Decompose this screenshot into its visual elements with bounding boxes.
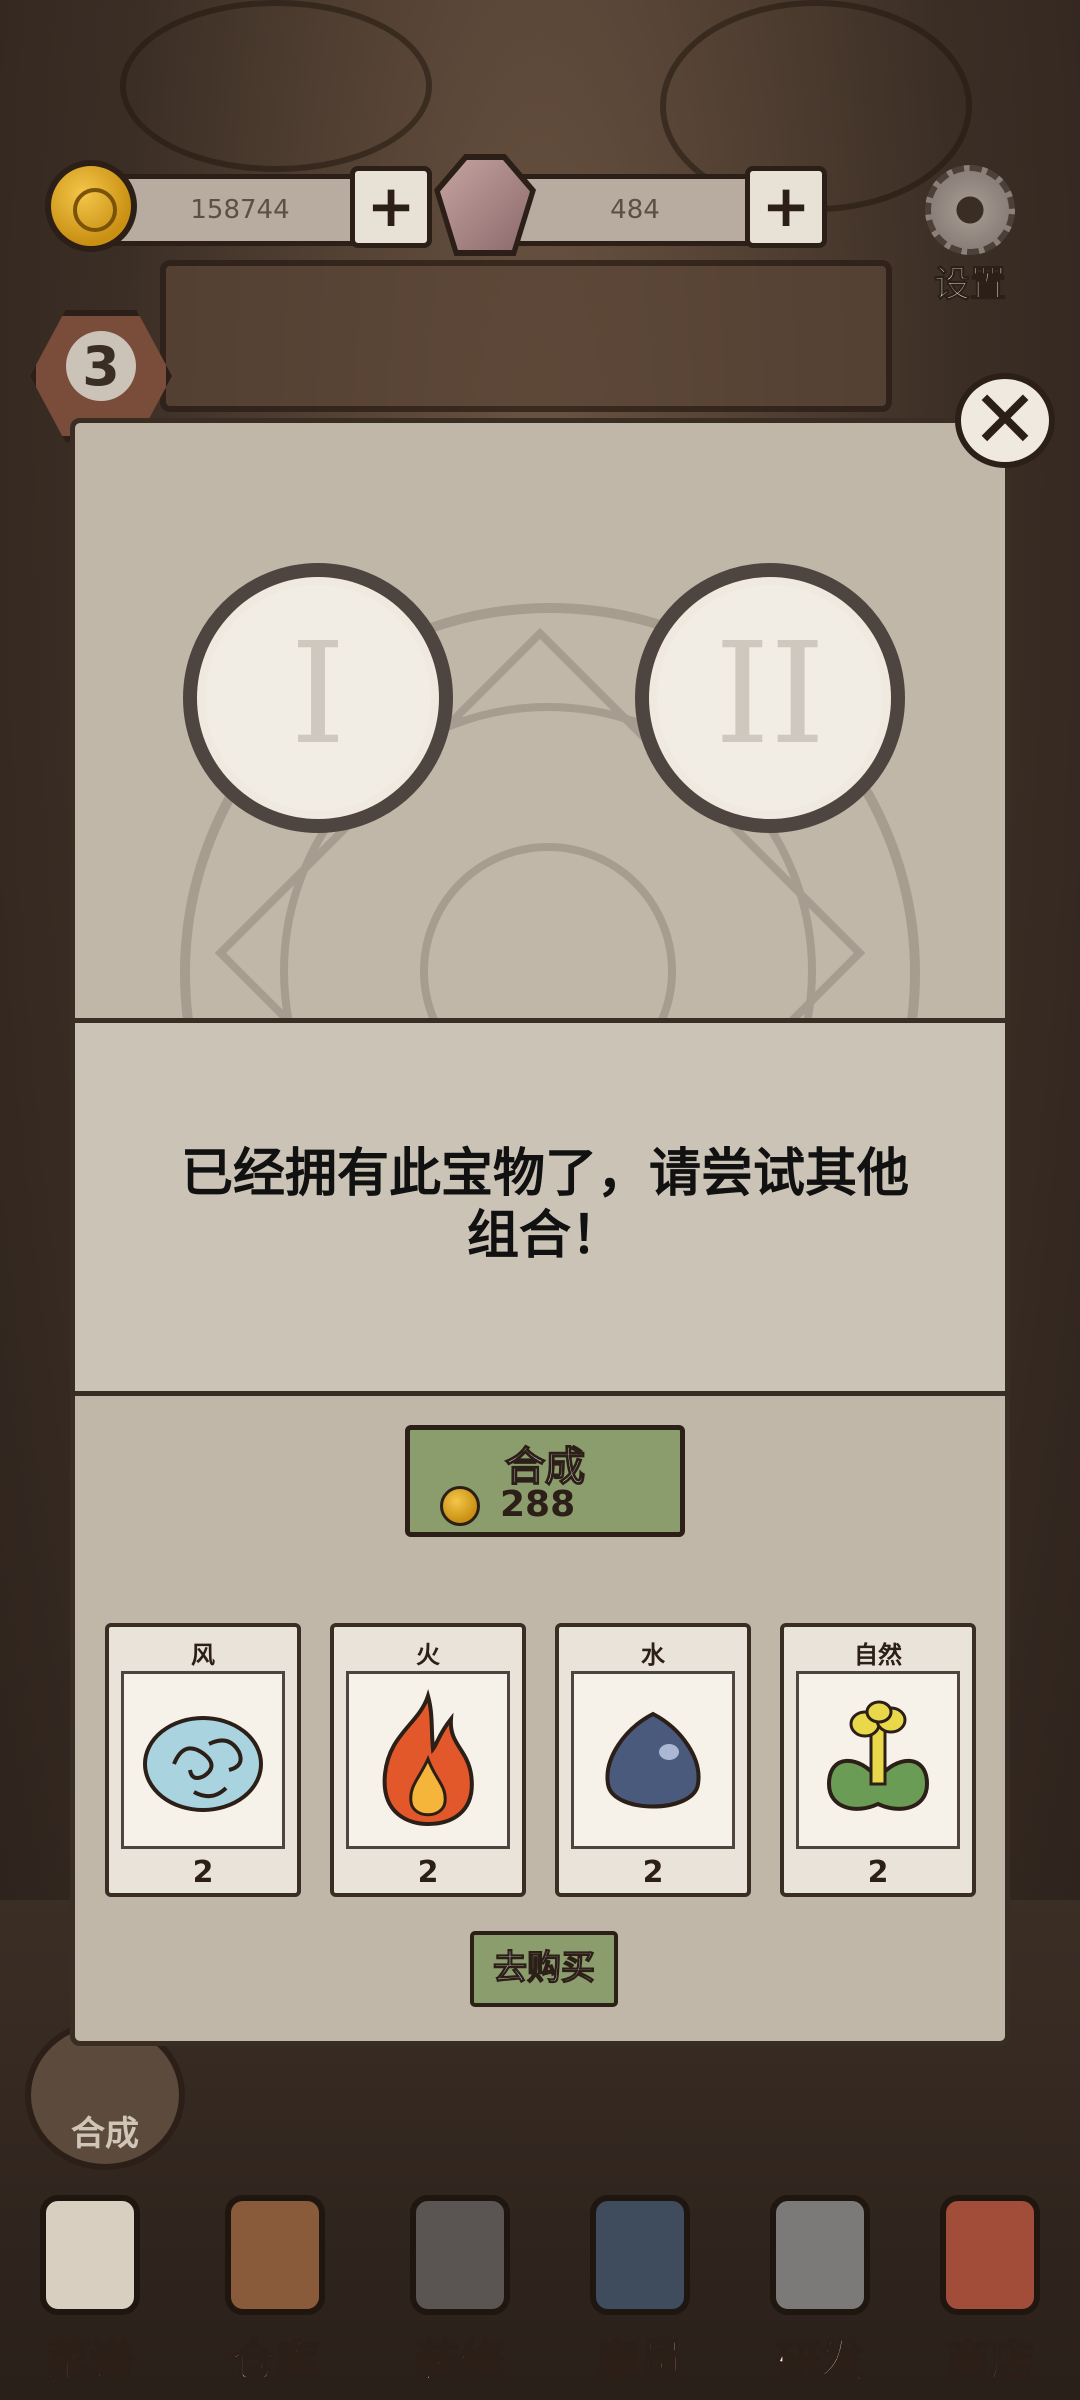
material-card-nature[interactable]: 自然 2: [780, 1623, 976, 1897]
settings-label: 设置: [933, 264, 1006, 306]
combine-slot-2[interactable]: II: [635, 563, 905, 833]
material-name: 风: [191, 1641, 215, 1669]
material-count: 2: [642, 1855, 664, 1890]
employee-icon: [590, 2195, 690, 2315]
material-card-fire[interactable]: 火 2: [330, 1623, 526, 1897]
material-card-water[interactable]: 水 2: [555, 1623, 751, 1897]
combine-panel: I II 已经拥有此宝物了，请尝试其他组合！ 合成 288 风 2 火 2 水 …: [70, 418, 1010, 2046]
nav-item-storage[interactable]: 仓库: [190, 2185, 360, 2395]
nav-item-label: 装修: [415, 2335, 505, 2388]
material-name: 火: [416, 1641, 440, 1669]
combine-cost-value: 288: [500, 1484, 576, 1525]
nav-item-label: 雇员: [595, 2335, 685, 2388]
hammer-icon: [410, 2195, 510, 2315]
nav-item-recipes[interactable]: 菜谱: [5, 2185, 175, 2395]
material-name: 水: [641, 1641, 665, 1669]
material-name: 自然: [854, 1641, 902, 1669]
gear-icon: [925, 165, 1015, 255]
add-gems-button[interactable]: +: [745, 166, 827, 248]
fire-icon: [382, 1689, 474, 1827]
combine-slot-1[interactable]: I: [183, 563, 453, 833]
wind-icon: [143, 1716, 263, 1812]
cooking-pot-icon: [770, 2195, 870, 2315]
material-card-wind[interactable]: 风 2: [105, 1623, 301, 1897]
go-buy-button[interactable]: 去购买: [470, 1931, 618, 2007]
coin-icon: [440, 1486, 480, 1526]
water-drop-icon: [605, 1711, 701, 1809]
gem-amount: 484: [500, 174, 770, 246]
add-coins-button[interactable]: +: [350, 166, 432, 248]
nav-item-label: 菜谱: [45, 2335, 135, 2388]
nav-item-label: 仓库: [230, 2335, 320, 2388]
settings-button[interactable]: 设置: [910, 165, 1030, 307]
shop-bag-icon: [940, 2195, 1040, 2315]
combine-button[interactable]: 合成 288: [405, 1425, 685, 1537]
message-box: 已经拥有此宝物了，请尝试其他组合！: [75, 1018, 1005, 1396]
nav-item-employees[interactable]: 雇员: [555, 2185, 725, 2395]
background-hook: [120, 0, 432, 172]
close-icon: ✕: [971, 373, 1039, 466]
material-count: 2: [867, 1855, 889, 1890]
combine-cost: 288: [440, 1484, 660, 1530]
background-shelf: [160, 260, 892, 412]
material-count: 2: [417, 1855, 439, 1890]
bottom-nav: 菜谱 仓库 装修 雇员 研发 商店: [0, 2185, 1080, 2400]
material-cards: 风 2 火 2 水 2 自然 2: [105, 1623, 985, 1903]
recipe-scroll-icon: [40, 2195, 140, 2315]
nav-item-decorate[interactable]: 装修: [375, 2185, 545, 2395]
side-combine-label: 合成: [71, 2114, 139, 2154]
close-button[interactable]: ✕: [955, 373, 1055, 468]
message-text: 已经拥有此宝物了，请尝试其他组合！: [180, 1144, 909, 1266]
storage-cabinet-icon: [225, 2195, 325, 2315]
material-count: 2: [192, 1855, 214, 1890]
level-number: 3: [66, 331, 136, 401]
nav-item-research[interactable]: 研发: [735, 2185, 905, 2395]
coin-amount: 158744: [105, 174, 375, 246]
nav-item-shop[interactable]: 商店: [905, 2185, 1075, 2395]
nature-plant-icon: [826, 1700, 930, 1811]
coin-icon: [45, 160, 137, 252]
nav-item-label: 研发: [775, 2335, 865, 2388]
nav-item-label: 商店: [945, 2335, 1035, 2388]
